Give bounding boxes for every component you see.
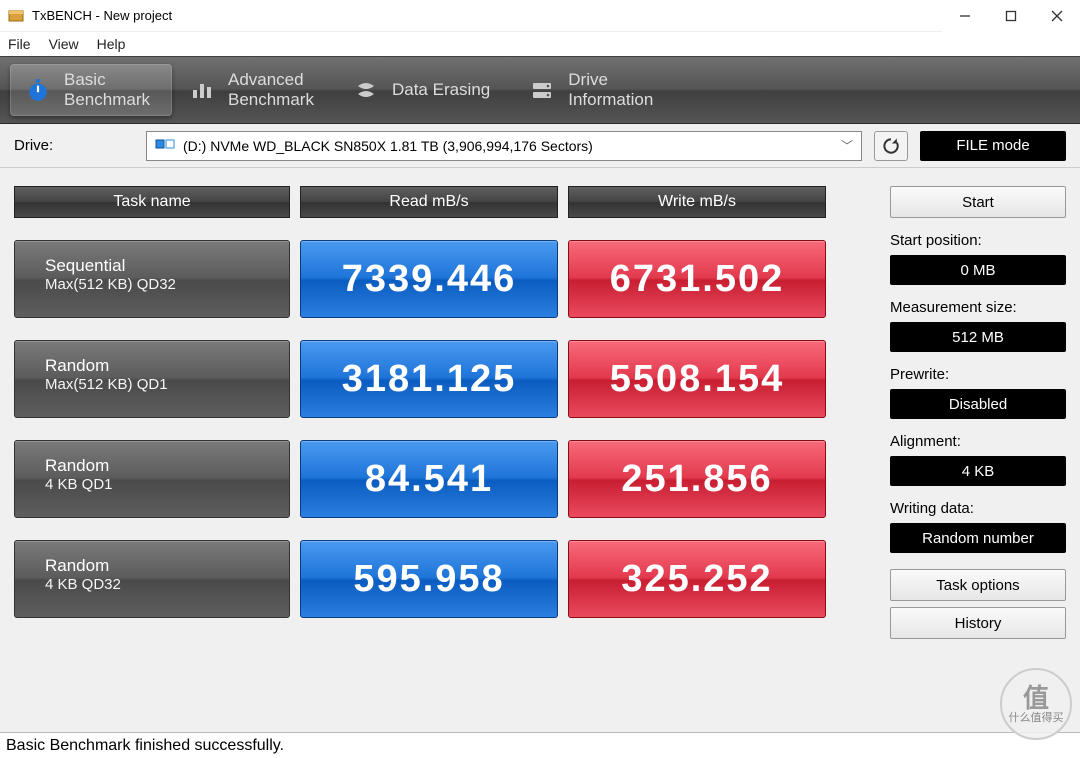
refresh-button[interactable] (874, 131, 908, 161)
task-title: Random (45, 355, 289, 376)
start-position-label: Start position: (890, 232, 1066, 249)
table-row: Sequential Max(512 KB) QD32 7339.446 673… (14, 240, 872, 318)
task-cell[interactable]: Random Max(512 KB) QD1 (14, 340, 290, 418)
writing-data-value[interactable]: Random number (890, 523, 1066, 553)
main-area: Task name Read mB/s Write mB/s Sequentia… (0, 168, 1080, 732)
measurement-size-value[interactable]: 512 MB (890, 322, 1066, 352)
close-button[interactable] (1034, 0, 1080, 32)
header-read: Read mB/s (300, 186, 558, 218)
table-row: Random 4 KB QD32 595.958 325.252 (14, 540, 872, 618)
window-title: TxBENCH - New project (32, 8, 942, 23)
start-button[interactable]: Start (890, 186, 1066, 218)
chevron-down-icon: ﹀ (841, 137, 853, 154)
task-cell[interactable]: Random 4 KB QD32 (14, 540, 290, 618)
drive-icon (155, 137, 175, 154)
tab-label: Data Erasing (392, 80, 490, 100)
tab-drive-information[interactable]: DriveInformation (514, 64, 675, 116)
read-value[interactable]: 7339.446 (300, 240, 558, 318)
task-title: Random (45, 455, 289, 476)
prewrite-label: Prewrite: (890, 366, 1066, 383)
menu-view[interactable]: View (49, 36, 79, 52)
start-position-value[interactable]: 0 MB (890, 255, 1066, 285)
menu-help[interactable]: Help (97, 36, 126, 52)
task-sub: Max(512 KB) QD32 (45, 276, 289, 295)
tab-basic-benchmark[interactable]: BasicBenchmark (10, 64, 172, 116)
write-value[interactable]: 5508.154 (568, 340, 826, 418)
drive-selected-text: (D:) NVMe WD_BLACK SN850X 1.81 TB (3,906… (183, 138, 593, 154)
minimize-button[interactable] (942, 0, 988, 32)
writing-data-label: Writing data: (890, 500, 1066, 517)
task-title: Sequential (45, 255, 289, 276)
write-value[interactable]: 325.252 (568, 540, 826, 618)
drive-select[interactable]: (D:) NVMe WD_BLACK SN850X 1.81 TB (3,906… (146, 131, 862, 161)
task-title: Random (45, 555, 289, 576)
tab-label: DriveInformation (568, 70, 653, 109)
drive-row: Drive: (D:) NVMe WD_BLACK SN850X 1.81 TB… (0, 124, 1080, 168)
table-row: Random 4 KB QD1 84.541 251.856 (14, 440, 872, 518)
task-sub: 4 KB QD1 (45, 476, 289, 495)
write-value[interactable]: 251.856 (568, 440, 826, 518)
app-icon (8, 8, 24, 24)
results-header-row: Task name Read mB/s Write mB/s (14, 186, 872, 218)
tab-data-erasing[interactable]: Data Erasing (338, 64, 512, 116)
task-cell[interactable]: Random 4 KB QD1 (14, 440, 290, 518)
maximize-button[interactable] (988, 0, 1034, 32)
task-options-button[interactable]: Task options (890, 569, 1066, 601)
watermark-char: 值 (1023, 684, 1049, 713)
alignment-value[interactable]: 4 KB (890, 456, 1066, 486)
tab-label: AdvancedBenchmark (228, 70, 314, 109)
task-cell[interactable]: Sequential Max(512 KB) QD32 (14, 240, 290, 318)
stopwatch-icon (24, 76, 52, 104)
titlebar: TxBENCH - New project (0, 0, 1080, 32)
watermark-badge: 值 什么值得买 (1000, 668, 1072, 740)
drive-label: Drive: (14, 137, 134, 154)
menu-file[interactable]: File (8, 36, 31, 52)
file-mode-button[interactable]: FILE mode (920, 131, 1066, 161)
table-row: Random Max(512 KB) QD1 3181.125 5508.154 (14, 340, 872, 418)
drive-icon (528, 76, 556, 104)
read-value[interactable]: 3181.125 (300, 340, 558, 418)
task-sub: Max(512 KB) QD1 (45, 376, 289, 395)
tabstrip: BasicBenchmark AdvancedBenchmark Data Er… (0, 56, 1080, 124)
history-button[interactable]: History (890, 607, 1066, 639)
barchart-icon (188, 76, 216, 104)
tab-label: BasicBenchmark (64, 70, 150, 109)
read-value[interactable]: 595.958 (300, 540, 558, 618)
prewrite-value[interactable]: Disabled (890, 389, 1066, 419)
read-value[interactable]: 84.541 (300, 440, 558, 518)
header-write: Write mB/s (568, 186, 826, 218)
header-task: Task name (14, 186, 290, 218)
measurement-size-label: Measurement size: (890, 299, 1066, 316)
alignment-label: Alignment: (890, 433, 1066, 450)
menubar: File View Help (0, 32, 1080, 56)
status-bar: Basic Benchmark finished successfully. (0, 732, 1080, 758)
status-text: Basic Benchmark finished successfully. (6, 737, 284, 755)
results-table: Task name Read mB/s Write mB/s Sequentia… (14, 186, 872, 726)
write-value[interactable]: 6731.502 (568, 240, 826, 318)
watermark-text: 什么值得买 (1009, 712, 1064, 724)
tab-advanced-benchmark[interactable]: AdvancedBenchmark (174, 64, 336, 116)
sidebar: Start Start position: 0 MB Measurement s… (890, 186, 1066, 726)
task-sub: 4 KB QD32 (45, 576, 289, 595)
erase-icon (352, 76, 380, 104)
